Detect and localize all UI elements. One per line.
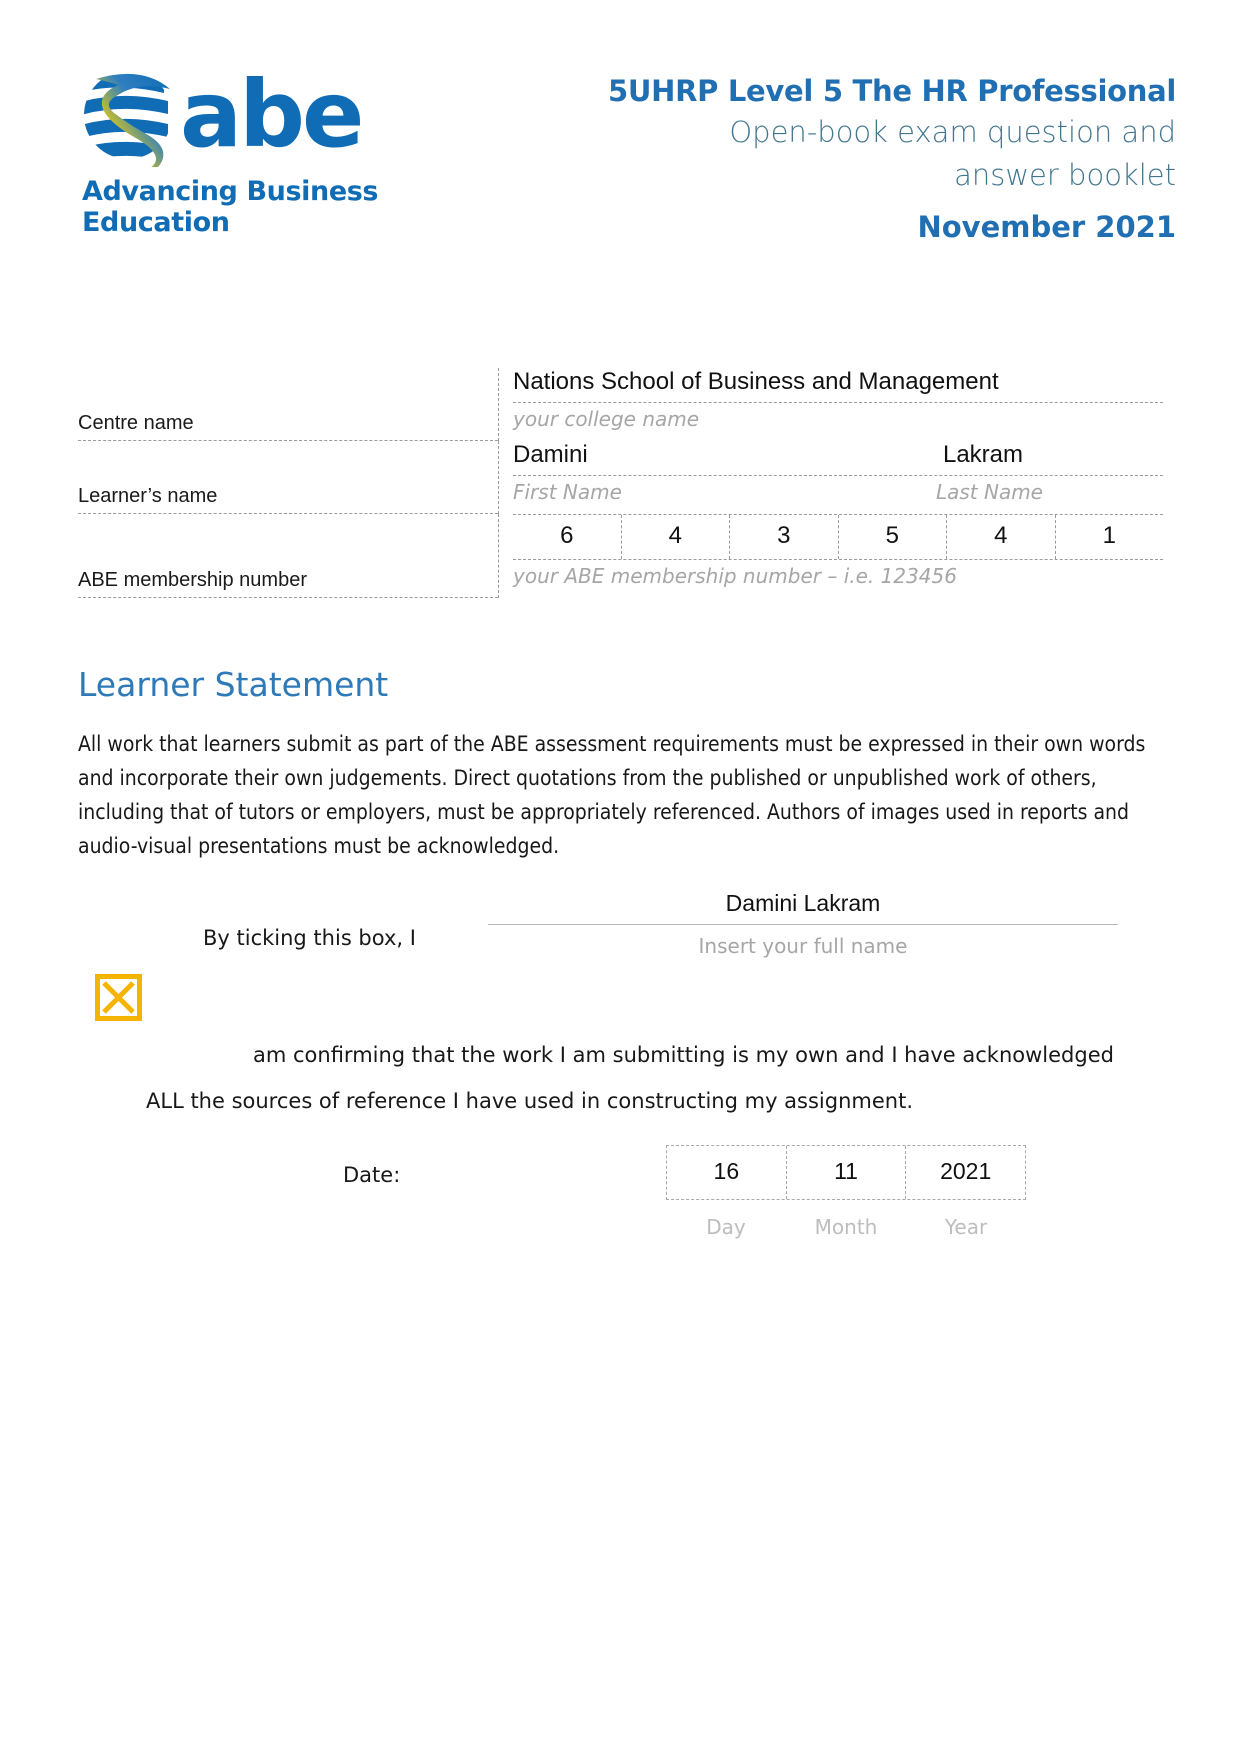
last-name-hint: Last Name [935, 480, 1043, 504]
date-label: Date: [343, 1163, 401, 1187]
membership-digit[interactable]: 6 [513, 515, 622, 559]
membership-digit[interactable]: 1 [1056, 515, 1164, 559]
date-year-input[interactable]: 2021 [906, 1146, 1025, 1199]
abe-wordmark: abe [180, 60, 364, 168]
centre-name-input[interactable]: Nations School of Business and Managemen… [513, 368, 1163, 403]
confirmation-line-3: ALL the sources of reference I have used… [146, 1089, 913, 1113]
abe-globe-swoosh-icon [78, 59, 186, 175]
learner-name-hints: First Name Last Name [513, 476, 1163, 514]
document-header: abe Advancing Business Education 5UHRP L… [0, 55, 1241, 265]
tick-box-label: By ticking this box, I [203, 926, 416, 950]
signature-caption: Insert your full name [698, 934, 908, 958]
exam-title: 5UHRP Level 5 The HR Professional [607, 74, 1176, 108]
exam-booklet-page: abe Advancing Business Education 5UHRP L… [0, 0, 1241, 1754]
date-input-group: 16 11 2021 [666, 1145, 1026, 1200]
membership-digit[interactable]: 5 [839, 515, 947, 559]
membership-digit[interactable]: 3 [730, 515, 839, 559]
checkbox-x-icon [102, 981, 135, 1014]
abe-logo: abe Advancing Business Education [78, 55, 498, 238]
membership-digit[interactable]: 4 [947, 515, 1056, 559]
confirmation-top-row: By ticking this box, I Damini Lakram Ins… [78, 890, 1168, 1010]
membership-digit-grid: 6 4 3 5 4 1 [513, 514, 1163, 560]
date-month-caption: Month [814, 1215, 878, 1239]
date-captions: Day Month Year [666, 1207, 1026, 1239]
membership-number-hint: your ABE membership number – i.e. 123456 [513, 564, 957, 588]
first-name-hint: First Name [513, 480, 622, 504]
date-year-caption: Year [944, 1215, 988, 1239]
confirmation-line-2: am confirming that the work I am submitt… [253, 1043, 1114, 1067]
date-month-input[interactable]: 11 [787, 1146, 907, 1199]
centre-name-label: Centre name [78, 368, 498, 441]
first-name-input[interactable]: Damini [513, 441, 588, 471]
learner-statement-body: All work that learners submit as part of… [78, 732, 1146, 859]
membership-digit[interactable]: 4 [622, 515, 730, 559]
learner-name-row: Learner’s name Damini Lakram First Name … [78, 441, 1163, 514]
learner-details-form: Centre name Nations School of Business a… [78, 368, 1163, 598]
centre-name-row: Centre name Nations School of Business a… [78, 368, 1163, 441]
date-day-caption: Day [706, 1215, 746, 1239]
exam-subtitle-line2: answer booklet [954, 158, 1176, 193]
membership-number-label: ABE membership number [78, 514, 498, 598]
learner-name-label: Learner’s name [78, 441, 498, 514]
exam-date: November 2021 [917, 209, 1176, 244]
header-title-block: 5UHRP Level 5 The HR Professional Open-b… [536, 73, 1176, 244]
confirmation-block: By ticking this box, I Damini Lakram Ins… [78, 890, 1168, 1113]
abe-tagline: Advancing Business Education [82, 176, 379, 238]
learner-statement-heading: Learner Statement [78, 665, 389, 704]
signature-name-input[interactable]: Damini Lakram [488, 890, 1118, 924]
date-day-input[interactable]: 16 [667, 1146, 787, 1199]
signature-field-group: Damini Lakram Insert your full name [488, 890, 1118, 958]
exam-subtitle-line1: Open-book exam question and [729, 115, 1176, 150]
last-name-input[interactable]: Lakram [943, 441, 1023, 471]
learner-name-field-group: Damini Lakram First Name Last Name [498, 441, 1163, 514]
centre-name-hint: your college name [513, 407, 700, 431]
centre-name-field-group: Nations School of Business and Managemen… [498, 368, 1163, 441]
declaration-checkbox[interactable] [95, 974, 142, 1021]
membership-number-row: ABE membership number 6 4 3 5 4 1 your A… [78, 514, 1163, 598]
membership-field-group: 6 4 3 5 4 1 your ABE membership number –… [498, 514, 1163, 598]
learner-name-inputs: Damini Lakram [513, 441, 1163, 476]
